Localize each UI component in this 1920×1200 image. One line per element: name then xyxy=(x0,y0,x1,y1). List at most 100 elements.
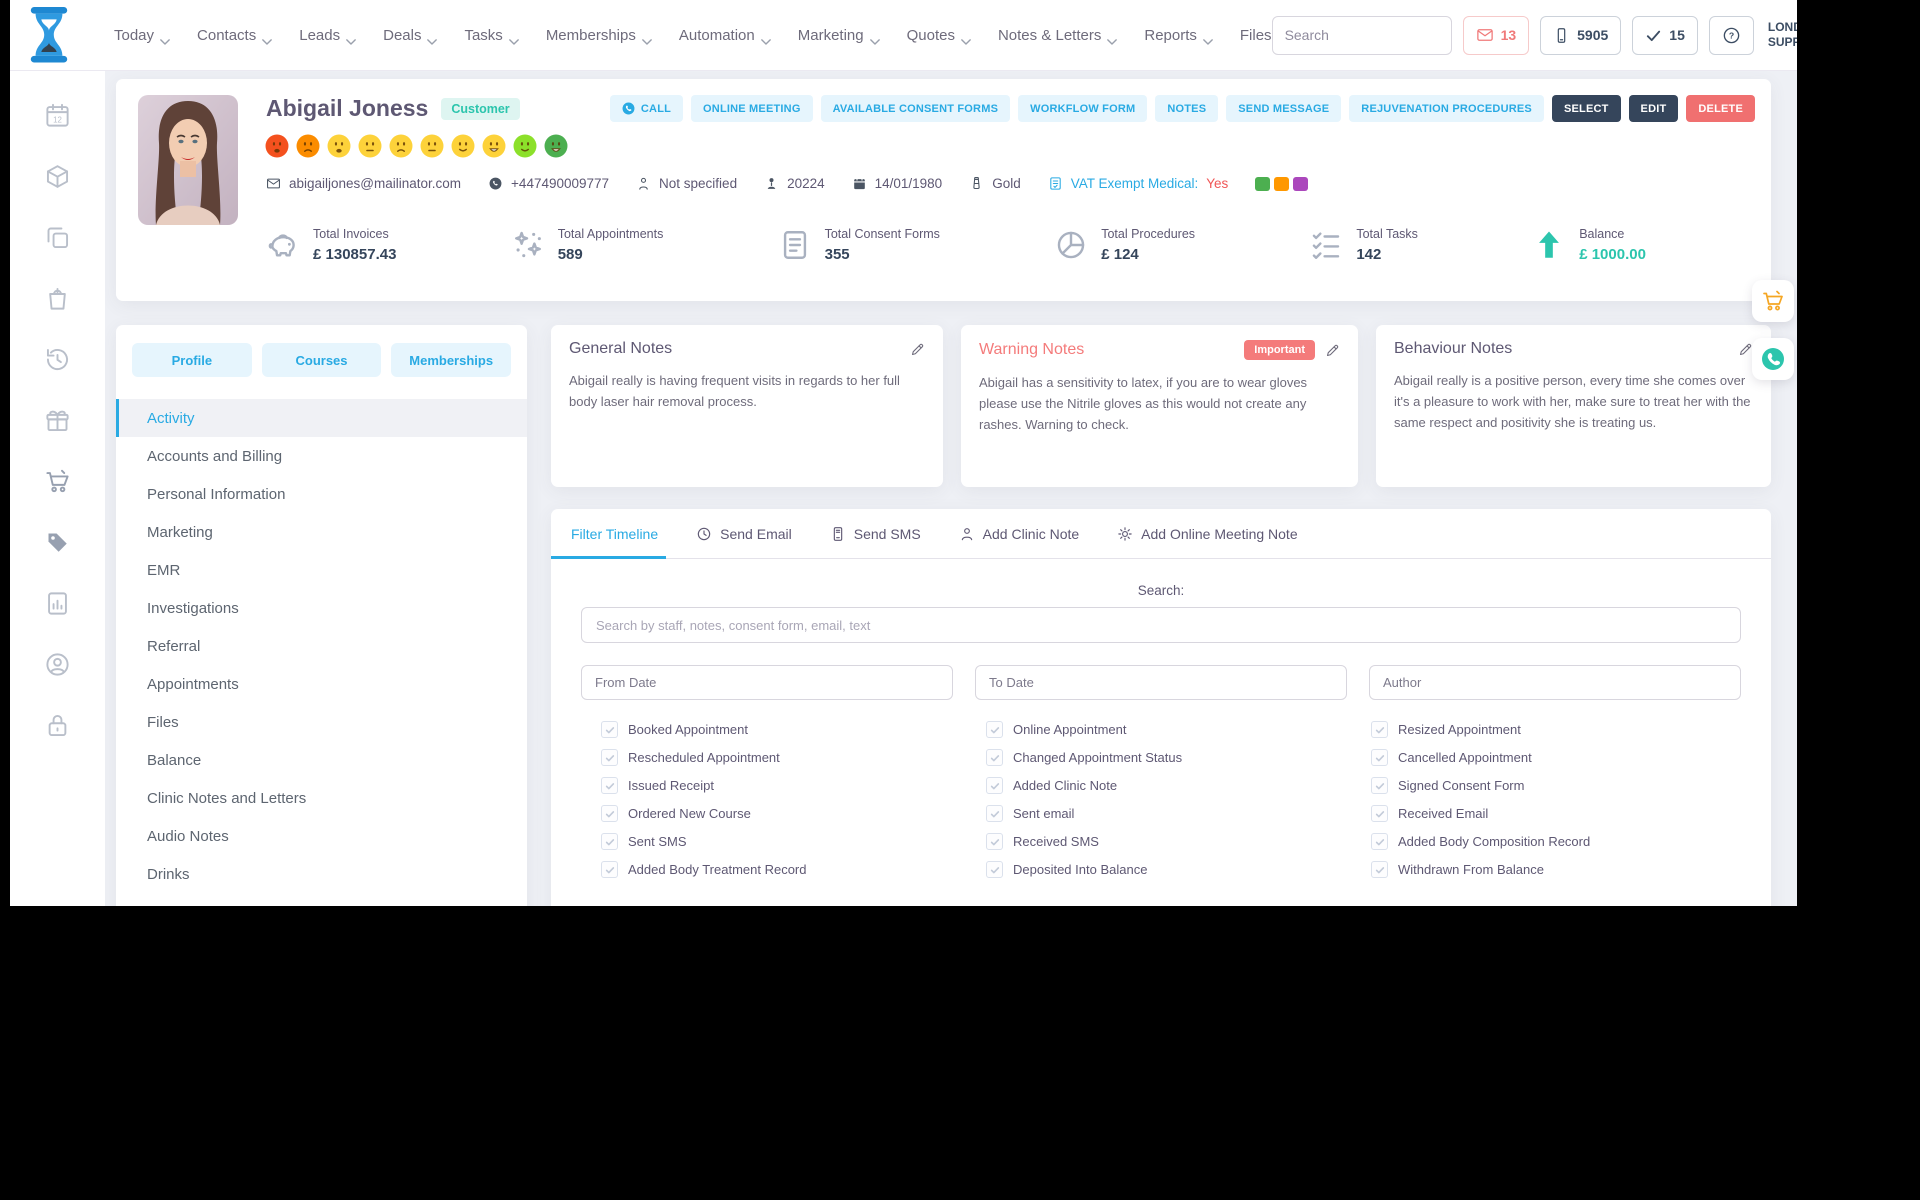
nav-item-memberships[interactable]: Memberships xyxy=(546,27,652,45)
checkbox-checked-icon[interactable] xyxy=(1371,805,1388,822)
nav-item-automation[interactable]: Automation xyxy=(679,27,771,45)
checkbox-checked-icon[interactable] xyxy=(601,721,618,738)
checkbox-checked-icon[interactable] xyxy=(986,861,1003,878)
checkbox-added-body-treatment-record[interactable]: Added Body Treatment Record xyxy=(601,861,986,878)
satisfaction-emoji-1[interactable] xyxy=(264,133,290,159)
rejuvenation-procedures-button[interactable]: REJUVENATION PROCEDURES xyxy=(1349,95,1544,122)
sidebar-history-icon[interactable] xyxy=(44,346,71,373)
satisfaction-emoji-3[interactable] xyxy=(326,133,352,159)
tab-send-email[interactable]: Send Email xyxy=(696,509,792,558)
checkbox-sent-email[interactable]: Sent email xyxy=(986,805,1371,822)
checkbox-cancelled-appointment[interactable]: Cancelled Appointment xyxy=(1371,749,1771,766)
tab-profile[interactable]: Profile xyxy=(132,343,252,377)
sidebar-item-audio-notes[interactable]: Audio Notes xyxy=(116,817,527,855)
tasks-badge[interactable]: 15 xyxy=(1632,15,1698,55)
checkbox-added-body-composition-record[interactable]: Added Body Composition Record xyxy=(1371,833,1771,850)
checkbox-received-sms[interactable]: Received SMS xyxy=(986,833,1371,850)
tab-courses[interactable]: Courses xyxy=(261,343,382,377)
sidebar-item-accounts-and-billing[interactable]: Accounts and Billing xyxy=(116,437,527,475)
customer-email[interactable]: abigailjones@mailinator.com xyxy=(266,176,461,191)
sidebar-item-personal-information[interactable]: Personal Information xyxy=(116,475,527,513)
tab-send-sms[interactable]: Send SMS xyxy=(830,509,921,558)
sidebar-item-activity[interactable]: Activity xyxy=(116,399,527,437)
checkbox-checked-icon[interactable] xyxy=(1371,777,1388,794)
edit-pencil-icon[interactable] xyxy=(910,342,925,357)
checkbox-ordered-new-course[interactable]: Ordered New Course xyxy=(601,805,986,822)
satisfaction-emoji-7[interactable] xyxy=(450,133,476,159)
tab-memberships[interactable]: Memberships xyxy=(391,343,512,377)
mail-badge[interactable]: 13 xyxy=(1462,15,1530,55)
sidebar-lock-icon[interactable] xyxy=(44,712,71,739)
call-button[interactable]: CALL xyxy=(609,95,684,122)
sidebar-item-balance[interactable]: Balance xyxy=(116,741,527,779)
sidebar-cart-icon[interactable] xyxy=(44,468,71,495)
tab-filter-timeline[interactable]: Filter Timeline xyxy=(550,509,667,559)
satisfaction-emoji-10[interactable] xyxy=(543,133,569,159)
online-meeting-button[interactable]: ONLINE MEETING xyxy=(691,95,813,122)
sidebar-price-tag-icon[interactable] xyxy=(44,529,71,556)
checkbox-signed-consent-form[interactable]: Signed Consent Form xyxy=(1371,777,1771,794)
tab-add-online-meeting-note[interactable]: Add Online Meeting Note xyxy=(1117,509,1298,558)
sidebar-item-investigations[interactable]: Investigations xyxy=(116,589,527,627)
workflow-form-button[interactable]: WORKFLOW FORM xyxy=(1018,95,1148,122)
checkbox-checked-icon[interactable] xyxy=(601,749,618,766)
checkbox-changed-appointment-status[interactable]: Changed Appointment Status xyxy=(986,749,1371,766)
sidebar-copy-icon[interactable] xyxy=(44,224,71,251)
checkbox-deposited-into-balance[interactable]: Deposited Into Balance xyxy=(986,861,1371,878)
nav-item-leads[interactable]: Leads xyxy=(299,27,356,45)
checkbox-checked-icon[interactable] xyxy=(601,777,618,794)
checkbox-sent-sms[interactable]: Sent SMS xyxy=(601,833,986,850)
checkbox-online-appointment[interactable]: Online Appointment xyxy=(986,721,1371,738)
floating-cart-button[interactable] xyxy=(1752,280,1794,322)
sidebar-package-icon[interactable] xyxy=(44,163,71,190)
checkbox-checked-icon[interactable] xyxy=(1371,721,1388,738)
checkbox-withdrawn-from-balance[interactable]: Withdrawn From Balance xyxy=(1371,861,1771,878)
author-input[interactable] xyxy=(1369,665,1741,700)
search-input[interactable] xyxy=(1272,27,1451,43)
checkbox-checked-icon[interactable] xyxy=(986,749,1003,766)
edit-button[interactable]: EDIT xyxy=(1628,95,1679,122)
sidebar-gift-icon[interactable] xyxy=(44,407,71,434)
app-logo-hourglass-icon[interactable] xyxy=(26,6,72,64)
satisfaction-emoji-9[interactable] xyxy=(512,133,538,159)
checkbox-checked-icon[interactable] xyxy=(1371,833,1388,850)
sidebar-calendar-icon[interactable]: 12 xyxy=(44,102,71,129)
nav-item-marketing[interactable]: Marketing xyxy=(798,27,880,45)
select-button[interactable]: SELECT xyxy=(1551,95,1621,122)
available-consent-forms-button[interactable]: AVAILABLE CONSENT FORMS xyxy=(820,95,1011,122)
sidebar-item-emr[interactable]: EMR xyxy=(116,551,527,589)
sidebar-item-drinks[interactable]: Drinks xyxy=(116,855,527,893)
satisfaction-emoji-6[interactable] xyxy=(419,133,445,159)
satisfaction-emoji-4[interactable] xyxy=(357,133,383,159)
delete-button[interactable]: DELETE xyxy=(1686,95,1755,122)
checkbox-checked-icon[interactable] xyxy=(601,861,618,878)
checkbox-checked-icon[interactable] xyxy=(601,805,618,822)
checkbox-added-clinic-note[interactable]: Added Clinic Note xyxy=(986,777,1371,794)
phone-badge[interactable]: 5905 xyxy=(1540,15,1622,55)
satisfaction-emoji-8[interactable] xyxy=(481,133,507,159)
nav-item-deals[interactable]: Deals xyxy=(383,27,438,45)
to-date-input[interactable] xyxy=(975,665,1347,700)
from-date-input[interactable] xyxy=(581,665,953,700)
checkbox-booked-appointment[interactable]: Booked Appointment xyxy=(601,721,986,738)
checkbox-checked-icon[interactable] xyxy=(986,805,1003,822)
checkbox-resized-appointment[interactable]: Resized Appointment xyxy=(1371,721,1771,738)
notes-button[interactable]: NOTES xyxy=(1155,95,1219,122)
sidebar-item-marketing[interactable]: Marketing xyxy=(116,513,527,551)
floating-whatsapp-button[interactable] xyxy=(1752,338,1794,380)
sidebar-item-clinic-notes-and-letters[interactable]: Clinic Notes and Letters xyxy=(116,779,527,817)
nav-item-tasks[interactable]: Tasks xyxy=(464,27,519,45)
checkbox-checked-icon[interactable] xyxy=(1371,749,1388,766)
timeline-search-input[interactable] xyxy=(581,607,1741,643)
sidebar-item-referral[interactable]: Referral xyxy=(116,627,527,665)
nav-item-contacts[interactable]: Contacts xyxy=(197,27,273,45)
sidebar-report-chart-icon[interactable] xyxy=(44,590,71,617)
nav-item-files[interactable]: Files xyxy=(1240,27,1272,44)
checkbox-checked-icon[interactable] xyxy=(986,721,1003,738)
checkbox-rescheduled-appointment[interactable]: Rescheduled Appointment xyxy=(601,749,986,766)
sidebar-item-appointments[interactable]: Appointments xyxy=(116,665,527,703)
tab-add-clinic-note[interactable]: Add Clinic Note xyxy=(959,509,1079,558)
nav-item-notes-letters[interactable]: Notes & Letters xyxy=(998,27,1118,45)
satisfaction-emoji-2[interactable] xyxy=(295,133,321,159)
nav-item-today[interactable]: Today xyxy=(114,27,170,45)
